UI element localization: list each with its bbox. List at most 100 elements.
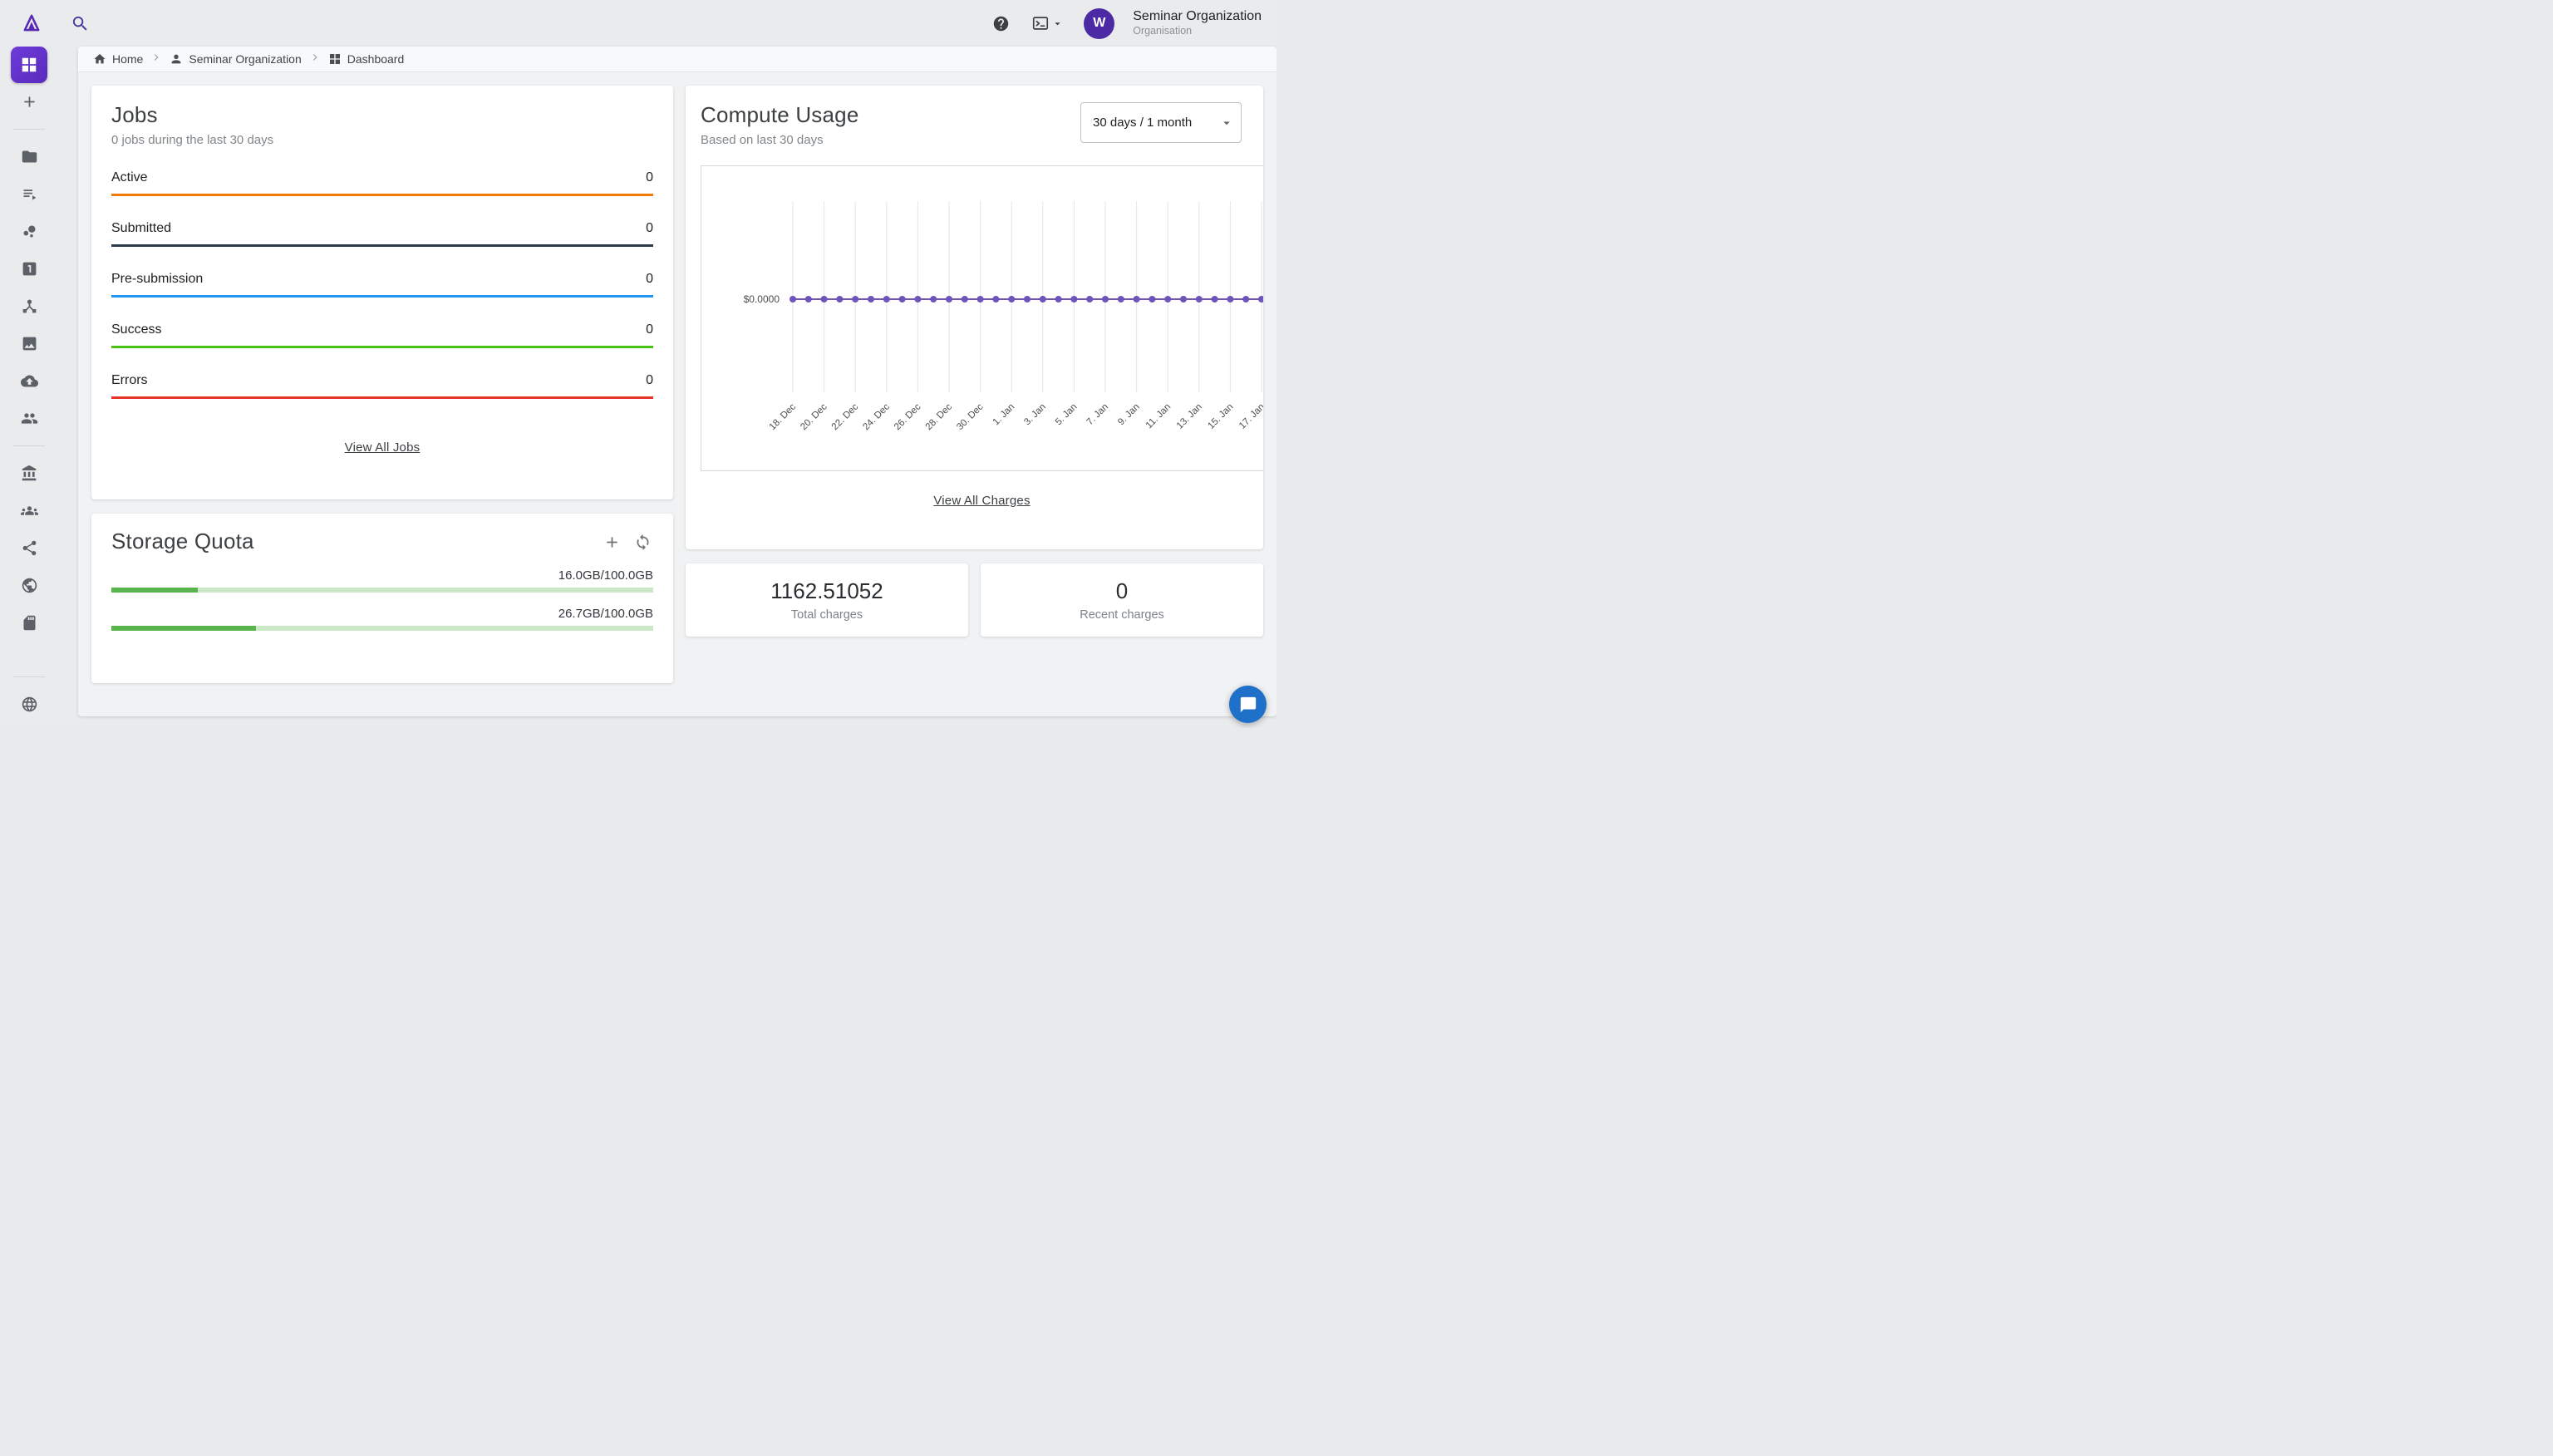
svg-text:15. Jan: 15. Jan — [1206, 402, 1235, 431]
looks-one-icon — [21, 260, 38, 278]
avatar[interactable]: W — [1084, 8, 1114, 39]
svg-text:9. Jan: 9. Jan — [1116, 402, 1142, 428]
job-row-pre-submission: Pre-submission 0 — [111, 272, 653, 298]
sidebar-item-share[interactable] — [0, 529, 58, 567]
bubble-chart-icon — [21, 223, 38, 240]
app-window: W Seminar Organization Organisation — [0, 0, 1276, 728]
view-all-charges-link[interactable]: View All Charges — [933, 494, 1030, 508]
topbar-left — [19, 11, 91, 36]
job-row-submitted: Submitted 0 — [111, 221, 653, 247]
breadcrumb-dashboard[interactable]: Dashboard — [328, 52, 405, 66]
storage-card-title: Storage Quota — [111, 529, 254, 554]
sidebar-item-folder[interactable] — [0, 138, 58, 175]
sidebar-item-queue[interactable] — [0, 175, 58, 213]
job-row-value: 0 — [646, 373, 653, 388]
plus-icon — [603, 534, 621, 551]
job-row-active: Active 0 — [111, 170, 653, 196]
sidebar-divider — [13, 129, 45, 130]
compute-card-header: Compute Usage Based on last 30 days 30 d… — [701, 102, 1263, 147]
topbar: W Seminar Organization Organisation — [0, 0, 1276, 47]
recent-charges-card: 0 Recent charges — [981, 563, 1263, 637]
job-row-errors: Errors 0 — [111, 373, 653, 399]
date-range-value: 30 days / 1 month — [1093, 116, 1192, 130]
svg-text:$0.0000: $0.0000 — [744, 293, 780, 305]
sidebar — [0, 47, 58, 728]
storage-quota-item: 16.0GB/100.0GB — [111, 568, 653, 593]
compute-usage-chart-container: 18. Dec20. Dec22. Dec24. Dec26. Dec28. D… — [701, 165, 1263, 471]
total-charges-value: 1162.51052 — [770, 578, 883, 604]
chat-widget-button[interactable] — [1229, 686, 1267, 723]
people-icon — [21, 410, 38, 427]
search-icon — [71, 14, 90, 33]
folder-icon — [21, 148, 38, 165]
job-row-label: Pre-submission — [111, 272, 203, 287]
compute-card-subtitle: Based on last 30 days — [701, 133, 858, 147]
sidebar-item-cloud[interactable] — [0, 362, 58, 400]
sidebar-divider — [13, 445, 45, 446]
dropdown-arrow-icon — [1219, 116, 1234, 130]
home-icon — [93, 52, 106, 66]
sidebar-add-button[interactable] — [0, 83, 58, 121]
compute-usage-chart: 18. Dec20. Dec22. Dec24. Dec26. Dec28. D… — [701, 166, 1263, 471]
breadcrumb-organization[interactable]: Seminar Organization — [170, 52, 301, 66]
org-subtitle: Organisation — [1133, 25, 1262, 38]
job-row-label: Errors — [111, 373, 148, 388]
search-button[interactable] — [69, 12, 91, 35]
share-icon — [21, 539, 38, 557]
sd-storage-icon — [21, 614, 38, 632]
breadcrumb-home[interactable]: Home — [93, 52, 143, 66]
storage-quota-card: Storage Quota — [91, 514, 673, 683]
app-logo[interactable] — [19, 11, 44, 36]
svg-text:22. Dec: 22. Dec — [830, 401, 861, 432]
job-row-label: Success — [111, 322, 161, 337]
storage-refresh-button[interactable] — [632, 532, 653, 553]
svg-text:30. Dec: 30. Dec — [955, 401, 986, 432]
sidebar-item-storage[interactable] — [0, 604, 58, 642]
sidebar-item-hub[interactable] — [0, 288, 58, 325]
storage-add-button[interactable] — [602, 532, 622, 553]
recent-charges-value: 0 — [1116, 578, 1128, 604]
plus-icon — [21, 93, 38, 111]
svg-text:28. Dec: 28. Dec — [924, 401, 955, 432]
storage-quota-item: 26.7GB/100.0GB — [111, 607, 653, 631]
jobs-card: Jobs 0 jobs during the last 30 days Acti… — [91, 86, 673, 499]
date-range-select[interactable]: 30 days / 1 month — [1080, 102, 1242, 143]
storage-quota-bar — [111, 626, 653, 631]
job-row-value: 0 — [646, 272, 653, 287]
sidebar-item-language[interactable] — [0, 686, 58, 723]
breadcrumb-org-label: Seminar Organization — [189, 52, 301, 66]
bank-icon — [21, 465, 38, 482]
terminal-icon — [1031, 14, 1050, 32]
sidebar-item-people[interactable] — [0, 400, 58, 437]
svg-text:26. Dec: 26. Dec — [893, 401, 923, 432]
image-icon — [21, 335, 38, 352]
dashboard-grid-icon — [328, 52, 342, 66]
terminal-menu-button[interactable] — [1030, 12, 1065, 34]
compute-card-titles: Compute Usage Based on last 30 days — [701, 102, 858, 147]
sidebar-item-bubbles[interactable] — [0, 213, 58, 250]
total-charges-card: 1162.51052 Total charges — [686, 563, 968, 637]
help-icon — [992, 15, 1010, 32]
sidebar-divider — [13, 676, 45, 677]
svg-text:3. Jan: 3. Jan — [1022, 402, 1048, 428]
sidebar-item-public[interactable] — [0, 567, 58, 604]
svg-text:11. Jan: 11. Jan — [1144, 402, 1173, 431]
storage-quota-bar — [111, 588, 653, 593]
breadcrumb-home-label: Home — [112, 52, 143, 66]
sidebar-item-dashboard[interactable] — [11, 47, 47, 83]
breadcrumb-dashboard-label: Dashboard — [347, 52, 405, 66]
playlist-icon — [21, 185, 38, 203]
job-row-label: Active — [111, 170, 148, 185]
total-charges-label: Total charges — [791, 608, 863, 622]
sidebar-item-billing[interactable] — [0, 455, 58, 492]
help-button[interactable] — [991, 13, 1011, 34]
view-all-jobs-link[interactable]: View All Jobs — [345, 440, 421, 455]
sidebar-item-groups[interactable] — [0, 492, 58, 529]
storage-quota-fill — [111, 626, 256, 631]
right-column: Compute Usage Based on last 30 days 30 d… — [686, 86, 1263, 703]
sidebar-item-one[interactable] — [0, 250, 58, 288]
compute-usage-card: Compute Usage Based on last 30 days 30 d… — [686, 86, 1263, 549]
sidebar-item-images[interactable] — [0, 325, 58, 362]
svg-text:7. Jan: 7. Jan — [1085, 402, 1110, 428]
chevron-down-icon — [1051, 17, 1064, 30]
